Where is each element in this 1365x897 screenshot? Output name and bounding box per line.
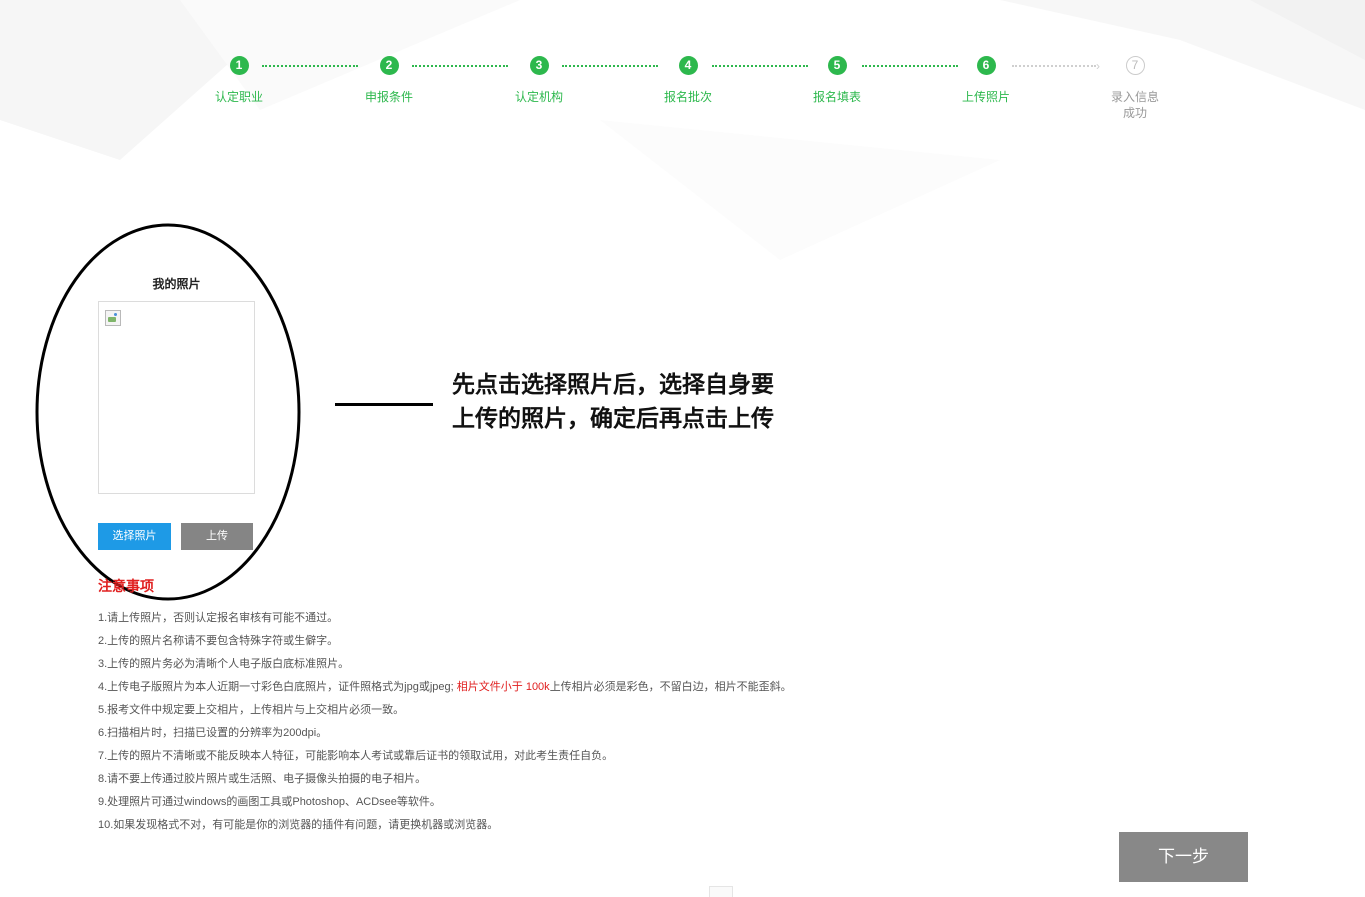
annotation-circle — [35, 223, 301, 601]
step-number: 1 — [229, 56, 249, 75]
notice-item: 9.处理照片可通过windows的画图工具或Photoshop、ACDsee等软… — [98, 796, 441, 808]
step-4: 4 报名批次 — [628, 56, 748, 105]
notice-title: 注意事项 — [98, 578, 154, 594]
step-5: 5 报名填表 — [777, 56, 897, 105]
notice-item: 2.上传的照片名称请不要包含特殊字符或生僻字。 — [98, 635, 339, 647]
annotation-text: 先点击选择照片后，选择自身要 上传的照片，确定后再点击上传 — [452, 368, 872, 436]
progress-stepper: › 1 认定职业 2 申报条件 3 认定机构 4 报名批次 5 报名填表 6 上… — [0, 0, 1365, 140]
step-number: 2 — [379, 56, 399, 75]
step-number: 4 — [678, 56, 698, 75]
notice-text: 上传相片必须是彩色，不留白边，相片不能歪斜。 — [549, 681, 792, 693]
step-label: 录入信息 成功 — [1075, 89, 1195, 121]
step-number: 3 — [529, 56, 549, 75]
notice-item: 5.报考文件中规定要上交相片，上传相片与上交相片必须一致。 — [98, 704, 405, 716]
notice-highlight: 相片文件小于 100k — [456, 681, 550, 693]
annotation-line-1: 先点击选择照片后，选择自身要 — [452, 371, 774, 398]
step-7: 7 录入信息 成功 — [1075, 56, 1195, 121]
annotation-line-2: 上传的照片，确定后再点击上传 — [452, 405, 774, 432]
step-label: 认定机构 — [514, 90, 563, 104]
notice-list: 1.请上传照片，否则认定报名审核有可能不通过。 2.上传的照片名称请不要包含特殊… — [98, 607, 1048, 837]
notice-item: 4.上传电子版照片为本人近期一寸彩色白底照片，证件照格式为jpg或jpeg; 相… — [98, 676, 1048, 699]
step-label: 报名填表 — [812, 90, 861, 104]
step-number: 7 — [1125, 56, 1145, 75]
notice-item: 8.请不要上传通过胶片照片或生活照、电子摄像头拍摄的电子相片。 — [98, 773, 427, 785]
step-number: 5 — [827, 56, 847, 75]
annotation-pointer-line — [335, 403, 433, 406]
step-number: 6 — [976, 56, 996, 75]
step-label-line: 成功 — [1122, 106, 1147, 120]
notice-item: 7.上传的照片不清晰或不能反映本人特征，可能影响本人考试或靠后证书的领取试用，对… — [98, 750, 614, 762]
step-label: 申报条件 — [364, 90, 413, 104]
step-6: 6 上传照片 — [926, 56, 1046, 105]
next-step-button[interactable]: 下一步 — [1119, 832, 1248, 882]
step-label: 上传照片 — [961, 90, 1010, 104]
step-label-line: 录入信息 — [1110, 90, 1159, 104]
notice-item: 10.如果发现格式不对，有可能是你的浏览器的插件有问题，请更换机器或浏览器。 — [98, 819, 499, 831]
notice-item: 6.扫描相片时，扫描已设置的分辨率为200dpi。 — [98, 727, 328, 739]
scroll-indicator — [709, 886, 733, 897]
step-3: 3 认定机构 — [479, 56, 599, 105]
step-label: 认定职业 — [214, 90, 263, 104]
notice-item: 1.请上传照片，否则认定报名审核有可能不通过。 — [98, 612, 339, 624]
step-2: 2 申报条件 — [329, 56, 449, 105]
step-label: 报名批次 — [663, 90, 712, 104]
step-1: 1 认定职业 — [179, 56, 299, 105]
notice-item: 3.上传的照片务必为清晰个人电子版白底标准照片。 — [98, 658, 350, 670]
notice-text: 4.上传电子版照片为本人近期一寸彩色白底照片，证件照格式为jpg或jpeg; — [98, 681, 457, 693]
